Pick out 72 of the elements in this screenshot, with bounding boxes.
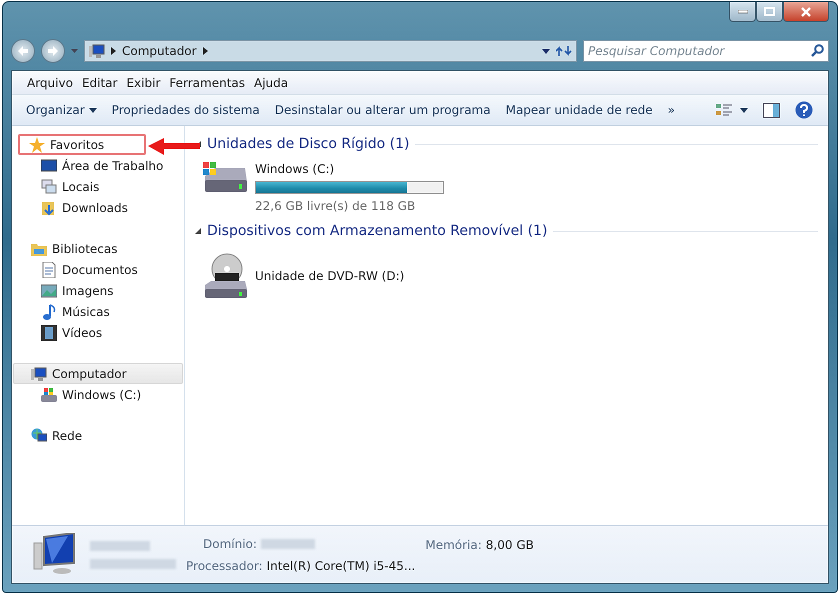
nav-item[interactable]: Imagens bbox=[13, 280, 183, 301]
film-icon bbox=[41, 324, 57, 340]
drive-name[interactable]: Windows (C:) bbox=[255, 160, 444, 178]
caret-icon bbox=[740, 108, 748, 112]
nav-item[interactable]: Downloads bbox=[13, 197, 183, 218]
menu-item[interactable]: Ajuda bbox=[254, 74, 296, 92]
image-icon bbox=[41, 282, 57, 298]
field-label: Domínio: bbox=[203, 536, 257, 552]
search-icon[interactable] bbox=[811, 44, 824, 57]
view-icon bbox=[716, 103, 732, 117]
close-button[interactable] bbox=[783, 2, 829, 22]
group-heading[interactable]: Dispositivos com Armazenamento Removível (1) bbox=[207, 220, 548, 242]
toolbar-button[interactable]: Mapear unidade de rede bbox=[506, 101, 668, 119]
drive-icon bbox=[41, 386, 57, 402]
nav-item[interactable]: Bibliotecas bbox=[13, 238, 183, 259]
nav-item[interactable]: Área de Trabalho bbox=[13, 155, 183, 176]
computer-icon bbox=[89, 43, 105, 59]
history-dropdown-icon[interactable] bbox=[71, 49, 78, 53]
annotation-arrow bbox=[148, 138, 200, 156]
toolbar-button[interactable]: Organizar bbox=[26, 101, 112, 119]
nav-item[interactable]: Músicas bbox=[13, 301, 183, 322]
menu-item[interactable]: Editar bbox=[82, 74, 126, 92]
chevron-icon bbox=[202, 47, 208, 55]
collapse-icon bbox=[195, 228, 201, 234]
network-icon bbox=[31, 428, 47, 444]
field-value: Intel(R) Core(TM) i5-45... bbox=[266, 558, 416, 574]
blurred-text bbox=[90, 540, 150, 550]
places-icon bbox=[41, 178, 57, 194]
nav-item[interactable]: Vídeos bbox=[13, 322, 183, 343]
forward-button[interactable] bbox=[41, 39, 65, 63]
monitor-icon bbox=[41, 158, 57, 174]
nav-item[interactable]: Rede bbox=[13, 425, 183, 446]
breadcrumb-item[interactable]: Computador bbox=[122, 42, 197, 60]
computer-icon bbox=[31, 366, 47, 382]
hard-drive-icon bbox=[201, 160, 249, 194]
search-field[interactable]: Pesquisar Computador bbox=[583, 40, 829, 62]
group-heading[interactable]: Unidades de Disco Rígido (1) bbox=[207, 134, 410, 154]
menu-item[interactable]: Ferramentas bbox=[169, 74, 254, 92]
blurred-text bbox=[260, 538, 315, 548]
address-bar[interactable]: Computador bbox=[84, 40, 577, 62]
help-icon bbox=[795, 101, 813, 120]
folder-icon bbox=[41, 200, 57, 216]
minimize-icon bbox=[738, 10, 748, 14]
nav-item[interactable]: Locais bbox=[13, 176, 183, 197]
nav-item[interactable]: Documentos bbox=[13, 259, 183, 280]
field-value: 8,00 GB bbox=[486, 537, 534, 554]
field-label: Processador: bbox=[186, 558, 263, 574]
nav-item[interactable]: Favoritos bbox=[18, 134, 146, 155]
toolbar-button[interactable]: Propriedades do sistema bbox=[112, 101, 275, 119]
drive-name[interactable]: Unidade de DVD-RW (D:) bbox=[255, 267, 404, 285]
back-button[interactable] bbox=[11, 39, 35, 63]
star-icon bbox=[29, 136, 45, 152]
chevron-icon bbox=[111, 47, 116, 55]
forward-arrow-icon bbox=[47, 46, 59, 56]
field-label: Memória: bbox=[425, 537, 482, 554]
toolbar-button[interactable]: Desinstalar ou alterar um programa bbox=[274, 101, 506, 119]
minimize-button[interactable] bbox=[729, 2, 756, 22]
more-button[interactable]: » bbox=[668, 101, 690, 119]
menu-item[interactable]: Arquivo bbox=[27, 74, 81, 92]
music-icon bbox=[41, 304, 57, 320]
free-space-text: 22,6 GB livre(s) de 118 GB bbox=[255, 198, 416, 215]
document-icon bbox=[41, 262, 57, 278]
refresh-icon bbox=[556, 44, 572, 58]
maximize-icon bbox=[764, 7, 775, 16]
close-icon bbox=[800, 6, 812, 16]
maximize-button[interactable] bbox=[756, 2, 783, 22]
menu-item[interactable]: Exibir bbox=[126, 74, 168, 92]
back-arrow-icon bbox=[17, 46, 29, 56]
dropdown-icon bbox=[542, 48, 550, 54]
nav-item[interactable]: Windows (C:) bbox=[13, 384, 183, 405]
pane-icon bbox=[763, 103, 780, 118]
nav-item[interactable]: Computador bbox=[13, 363, 183, 384]
